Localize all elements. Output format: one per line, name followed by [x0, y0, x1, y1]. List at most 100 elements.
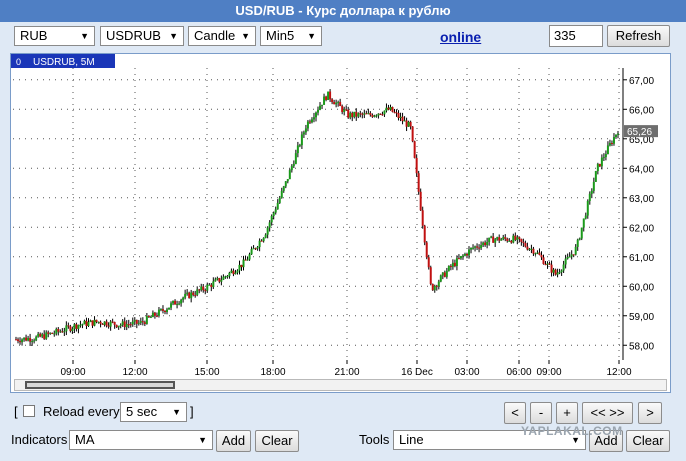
- candle-body: [524, 242, 527, 247]
- candle-body: [333, 102, 336, 105]
- candle-body: [184, 293, 187, 298]
- chart-scrollbar[interactable]: [14, 379, 667, 391]
- candle-body: [427, 257, 430, 268]
- tool-clear-button[interactable]: Clear: [626, 430, 670, 452]
- chevron-down-icon: ▼: [241, 31, 250, 41]
- candle-count-input[interactable]: 335: [549, 25, 603, 47]
- chart-type-select[interactable]: Candle ▼: [188, 26, 256, 46]
- candle-body: [598, 163, 601, 167]
- nav-prev-button[interactable]: <: [504, 402, 526, 424]
- candle-body: [208, 284, 211, 286]
- candle-body: [224, 276, 227, 278]
- candle-body: [453, 262, 456, 267]
- candle-body: [385, 107, 388, 111]
- indicator-select-value: MA: [75, 432, 95, 447]
- reload-interval-select[interactable]: 5 sec ▼: [120, 402, 187, 422]
- candle-body: [51, 332, 54, 334]
- chevron-down-icon: ▼: [307, 31, 316, 41]
- candle-body: [250, 249, 253, 255]
- candle-body: [278, 197, 281, 203]
- indicator-clear-button[interactable]: Clear: [255, 430, 299, 452]
- candle-body: [447, 265, 450, 271]
- candle-body: [413, 141, 416, 158]
- candle-body: [476, 246, 479, 248]
- candle-body: [77, 325, 80, 329]
- interval-select[interactable]: Min5 ▼: [260, 26, 322, 46]
- reload-label: Reload every: [43, 404, 120, 419]
- candle-body: [341, 106, 344, 112]
- candle-body: [461, 255, 464, 257]
- candle-body: [49, 332, 52, 334]
- candle-body: [568, 256, 571, 258]
- candle-body: [486, 241, 489, 246]
- indicator-select[interactable]: MA ▼: [69, 430, 213, 450]
- candle-body: [457, 258, 460, 260]
- candle-body: [212, 281, 215, 288]
- candle-body: [178, 303, 181, 305]
- candle-body: [157, 309, 160, 316]
- candle-body: [474, 246, 477, 248]
- candle-body: [482, 242, 485, 246]
- candle-body: [504, 237, 507, 239]
- candle-body: [610, 143, 613, 145]
- candle-body: [174, 300, 177, 305]
- currency-select[interactable]: RUB ▼: [14, 26, 95, 46]
- candle-body: [472, 247, 475, 249]
- candle-body: [101, 323, 104, 325]
- candle-body: [268, 222, 271, 228]
- candle-body: [490, 236, 493, 238]
- candle-body: [409, 121, 412, 127]
- candle-body: [321, 104, 324, 106]
- candle-body: [594, 171, 597, 182]
- candle-body: [97, 321, 100, 323]
- candle-body: [389, 106, 392, 110]
- fit-all-button[interactable]: << >>: [582, 402, 633, 424]
- pair-select[interactable]: USDRUB ▼: [100, 26, 184, 46]
- candle-body: [540, 254, 543, 258]
- reload-checkbox[interactable]: [23, 405, 35, 417]
- refresh-button[interactable]: Refresh: [607, 25, 670, 47]
- candle-body: [329, 91, 332, 100]
- candle-body: [480, 245, 483, 249]
- indicator-add-button[interactable]: Add: [216, 430, 251, 452]
- candle-body: [435, 285, 438, 287]
- candle-body: [369, 113, 372, 116]
- candle-body: [276, 202, 279, 210]
- candle-body: [45, 332, 48, 339]
- candle-body: [109, 321, 112, 327]
- candle-body: [439, 275, 442, 282]
- price-chart[interactable]: 0 USDRUB, 5M 67,00 66,00 65,00 64,00 63,00 62,0…: [10, 53, 671, 393]
- candle-body: [59, 331, 62, 333]
- candle-body: [514, 235, 517, 240]
- candle-body: [196, 289, 199, 295]
- online-link[interactable]: online: [440, 29, 481, 45]
- zoom-out-button[interactable]: -: [530, 402, 552, 424]
- candle-body: [423, 225, 426, 243]
- chevron-down-icon: ▼: [80, 31, 89, 41]
- candle-body: [522, 241, 525, 243]
- candle-body: [31, 341, 34, 343]
- candle-body: [83, 320, 86, 325]
- candle-body: [93, 319, 96, 326]
- y-tick-label: 58,00: [629, 341, 654, 352]
- candle-body: [310, 119, 313, 123]
- zoom-in-button[interactable]: +: [556, 402, 578, 424]
- nav-next-button[interactable]: >: [638, 402, 662, 424]
- candle-body: [308, 121, 311, 123]
- candle-body: [484, 242, 487, 246]
- candle-body: [63, 331, 66, 333]
- candle-body: [39, 333, 42, 337]
- chart-scrollbar-thumb[interactable]: [25, 381, 175, 389]
- candle-body: [600, 157, 603, 167]
- candle-body: [596, 163, 599, 172]
- candle-body: [133, 319, 136, 322]
- candle-body: [383, 110, 386, 115]
- candle-body: [141, 321, 144, 323]
- candle-body: [576, 239, 579, 247]
- candle-body: [149, 317, 152, 319]
- candle-body: [61, 331, 64, 333]
- candle-body: [606, 145, 609, 155]
- candle-body: [172, 300, 175, 304]
- candle-body: [468, 249, 471, 256]
- chevron-down-icon: ▼: [198, 435, 207, 445]
